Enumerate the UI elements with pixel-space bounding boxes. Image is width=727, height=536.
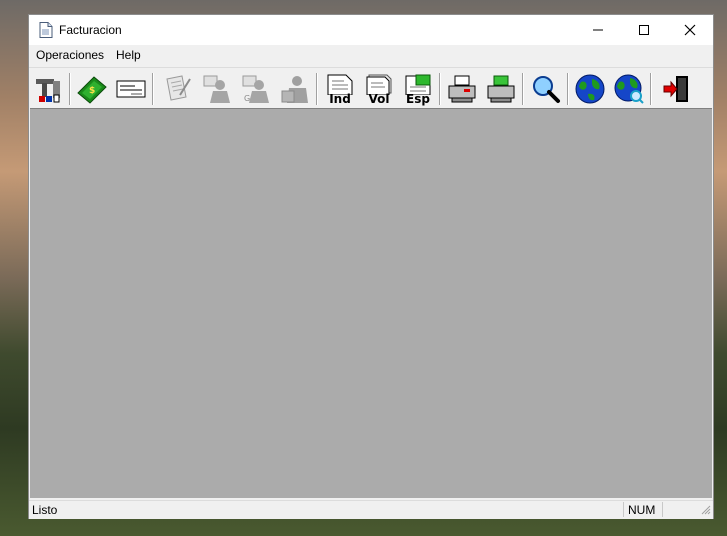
minimize-button[interactable] (575, 15, 621, 45)
toolbar-separator (650, 73, 652, 105)
globe-icon (575, 74, 605, 104)
exit-door-icon (663, 76, 688, 102)
app-document-icon (39, 22, 53, 38)
menu-help[interactable]: Help (116, 48, 141, 62)
close-button[interactable] (667, 15, 713, 45)
printer-green-icon (487, 75, 515, 103)
money-icon: $ (77, 76, 107, 104)
maximize-icon (639, 25, 649, 35)
resize-grip-icon[interactable] (701, 505, 711, 515)
svg-text:$: $ (89, 86, 95, 96)
menu-bar: Operaciones Help (29, 45, 713, 66)
special-report-button[interactable]: Esp (400, 72, 436, 106)
title-bar[interactable]: Facturacion (29, 15, 713, 45)
maximize-button[interactable] (621, 15, 667, 45)
globe-button[interactable] (572, 72, 608, 106)
printer-icon (448, 75, 476, 103)
user-document-button[interactable] (199, 72, 235, 106)
ind-label: Ind (329, 92, 351, 106)
toolbar-separator (69, 73, 71, 105)
money-button[interactable]: $ (74, 72, 110, 106)
check-button[interactable] (113, 72, 149, 106)
toolbar-separator (522, 73, 524, 105)
volume-report-button[interactable]: Vol (361, 72, 397, 106)
status-pane-empty (662, 502, 700, 517)
user-document-icon (203, 75, 230, 103)
document-edit-icon (166, 75, 191, 101)
check-icon (116, 80, 146, 98)
desktop-background-left (0, 0, 29, 536)
status-text: Listo (32, 503, 58, 517)
num-lock-indicator: NUM (623, 502, 661, 517)
print-button[interactable] (444, 72, 480, 106)
print-preview-button[interactable] (483, 72, 519, 106)
window-title: Facturacion (59, 23, 122, 37)
menu-operaciones[interactable]: Operaciones (36, 48, 104, 62)
toolbar: $ G Ind Vol Esp (29, 67, 713, 108)
globe-search-button[interactable] (611, 72, 647, 106)
toolbar-separator (152, 73, 154, 105)
document-edit-button[interactable] (160, 72, 196, 106)
status-bar: Listo NUM (29, 500, 713, 519)
search-button[interactable] (528, 72, 564, 106)
exit-button[interactable] (659, 72, 695, 106)
toolbar-separator (567, 73, 569, 105)
toolbar-separator (316, 73, 318, 105)
vol-label: Vol (368, 92, 390, 106)
desktop-background-right (714, 0, 727, 536)
user-document-g-button[interactable]: G (238, 72, 274, 106)
num-lock-label: NUM (628, 503, 656, 517)
esp-label: Esp (406, 92, 430, 106)
tools-icon (36, 79, 60, 103)
user-document-g-icon: G (242, 75, 269, 103)
user-group-icon (281, 76, 308, 103)
user-group-button[interactable] (277, 72, 313, 106)
toolbar-separator (439, 73, 441, 105)
mdi-client-area[interactable] (30, 108, 712, 498)
close-icon (684, 24, 696, 36)
tools-button[interactable] (31, 72, 67, 106)
minimize-icon (593, 29, 603, 31)
svg-text:G: G (244, 94, 250, 103)
globe-search-icon (614, 74, 644, 104)
app-window: Facturacion Operaciones Help $ G Ind Vol… (28, 14, 714, 519)
magnifier-icon (533, 76, 560, 103)
individual-report-button[interactable]: Ind (322, 72, 358, 106)
